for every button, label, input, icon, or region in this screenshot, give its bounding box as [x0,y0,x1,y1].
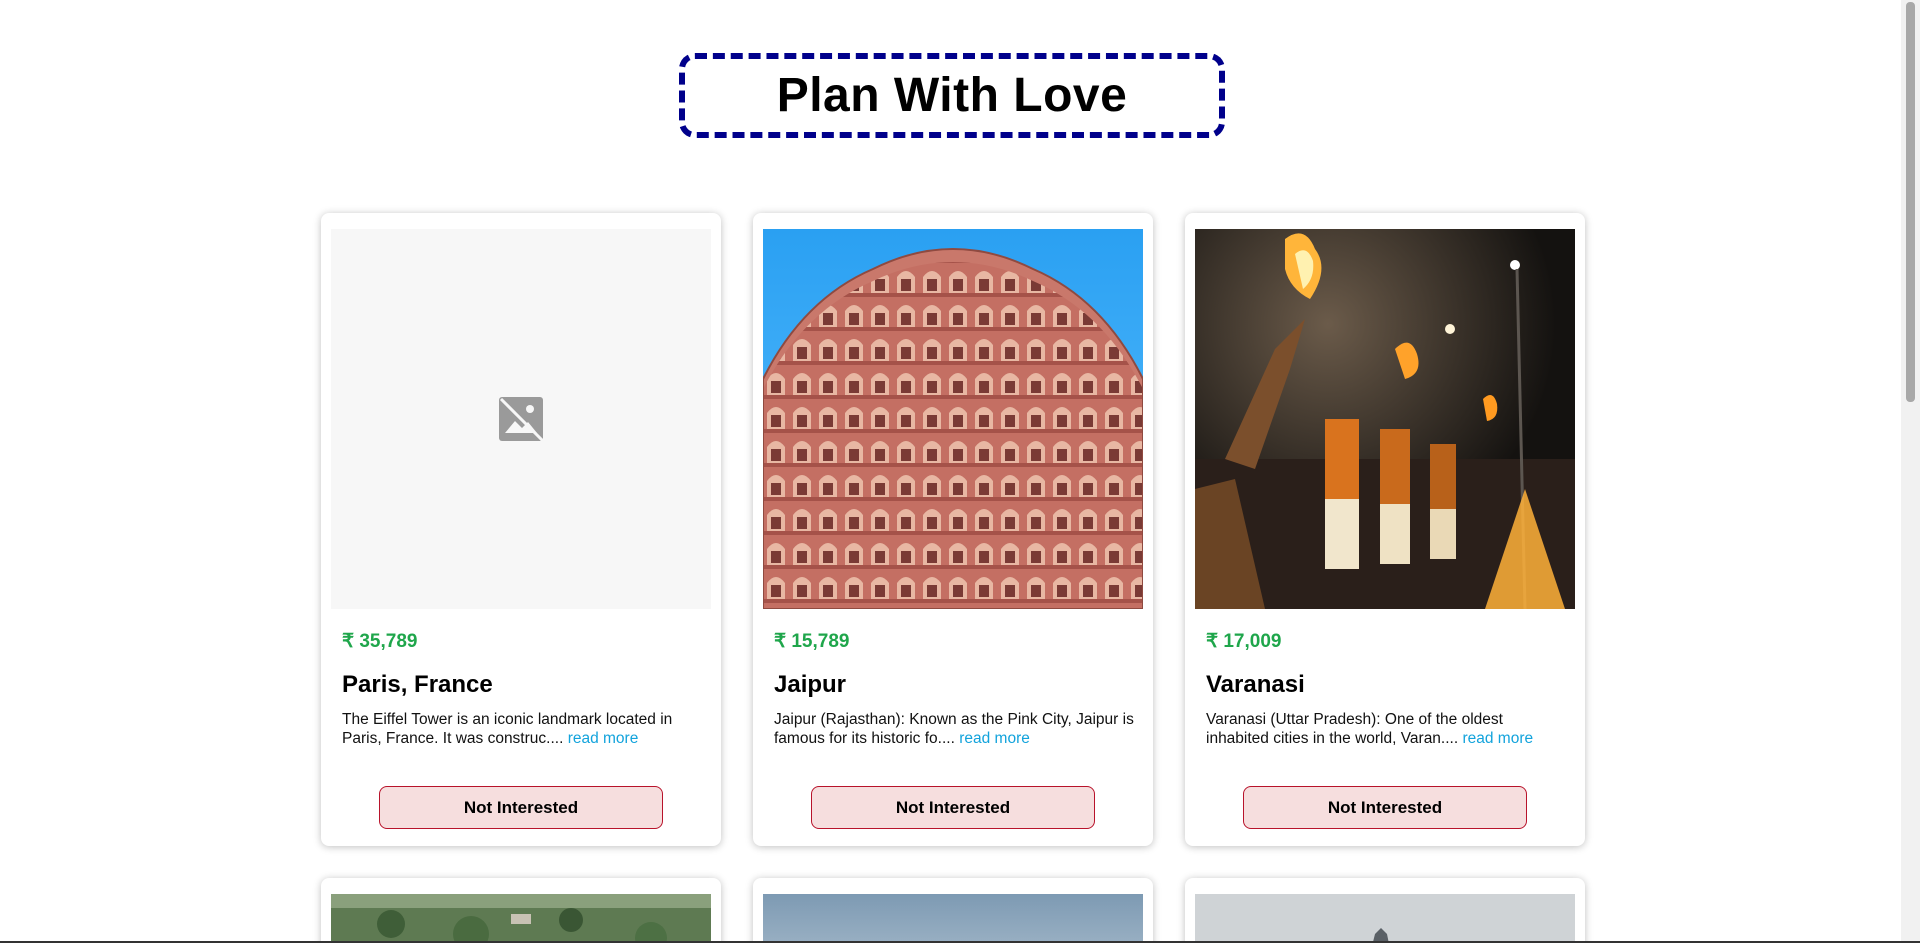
tour-price: ₹ 17,009 [1206,631,1282,652]
tour-price: ₹ 15,789 [774,631,850,652]
tour-description: Varanasi (Uttar Pradesh): One of the old… [1206,710,1566,748]
tour-image [763,229,1143,609]
tour-card-row2-1 [321,878,721,943]
tour-card-varanasi: ₹ 17,009 Varanasi Varanasi (Uttar Prades… [1185,213,1585,846]
tour-description: The Eiffel Tower is an iconic landmark l… [342,710,702,748]
scrollbar-thumb[interactable] [1906,2,1915,402]
not-interested-button[interactable]: Not Interested [1243,786,1527,829]
monument-photo [1195,894,1575,943]
page-title: Plan With Love [776,69,1128,122]
sky-photo [763,894,1143,943]
tour-description-text: Jaipur (Rajasthan): Known as the Pink Ci… [774,711,1134,747]
tour-description-text: Varanasi (Uttar Pradesh): One of the old… [1206,711,1503,747]
ganga-aarti-photo [1195,229,1575,609]
page: Plan With Love ₹ 35,789 Paris, France Th… [0,0,1901,943]
tour-price: ₹ 35,789 [342,631,418,652]
not-interested-button[interactable]: Not Interested [379,786,663,829]
tour-card-paris: ₹ 35,789 Paris, France The Eiffel Tower … [321,213,721,846]
tour-image [331,894,711,943]
tour-description: Jaipur (Rajasthan): Known as the Pink Ci… [774,710,1134,748]
aerial-landscape-photo [331,894,711,943]
tour-card-row2-3 [1185,878,1585,943]
tour-image [1195,894,1575,943]
tour-name: Varanasi [1206,671,1305,698]
tour-name: Jaipur [774,671,847,698]
read-more-link[interactable]: read more [568,730,639,747]
tour-image [763,894,1143,943]
tour-name: Paris, France [342,671,493,698]
tour-image [331,229,711,609]
read-more-link[interactable]: read more [959,730,1030,747]
tour-card-jaipur: ₹ 15,789 Jaipur Jaipur (Rajasthan): Know… [753,213,1153,846]
tour-image [1195,229,1575,609]
hawa-mahal-photo [763,229,1143,609]
title-box: Plan With Love [679,53,1225,138]
not-interested-button[interactable]: Not Interested [811,786,1095,829]
tour-card-row2-2 [753,878,1153,943]
broken-image-icon [499,397,545,443]
vertical-scrollbar[interactable] [1901,0,1920,943]
read-more-link[interactable]: read more [1462,730,1533,747]
